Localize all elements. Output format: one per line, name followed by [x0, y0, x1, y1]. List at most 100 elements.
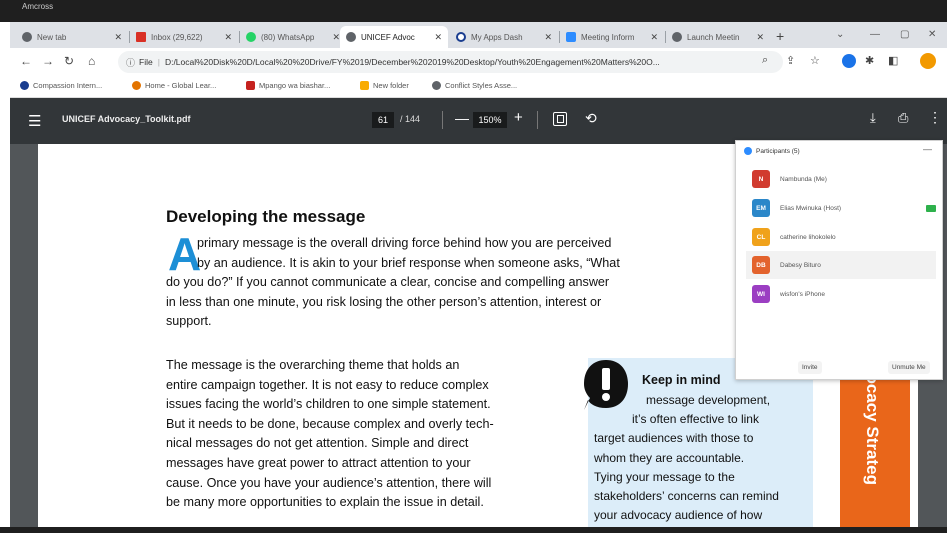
callout-line: your advocacy audience of how [594, 508, 763, 523]
tab-label: My Apps Dash [471, 32, 523, 42]
participant-name: Nambunda (Me) [780, 175, 827, 183]
puzzle-extensions-icon[interactable]: ✱ [865, 54, 874, 67]
mpango-icon [246, 81, 255, 90]
gmail-icon [136, 32, 146, 42]
bookmark-new-folder[interactable]: New folder [360, 81, 409, 90]
participant-row[interactable]: DB Dabesy Bituro [746, 251, 936, 279]
callout-line: target audiences with those to [594, 431, 754, 446]
bookmark-label: Conflict Styles Asse... [445, 81, 518, 90]
maximize-icon[interactable]: ▢ [900, 29, 909, 40]
bookmarks-bar: Compassion Intern... Home - Global Lear.… [10, 76, 947, 98]
share-icon[interactable]: ⇪ [786, 54, 795, 67]
participant-name: Elias Mwinuka (Host) [780, 204, 842, 212]
rotate-icon[interactable]: ⟲ [585, 110, 597, 127]
tab-launch-meeting[interactable]: Launch Meetin ✕ [666, 26, 770, 48]
leaf-icon [132, 81, 141, 90]
participants-panel: Participants (5) — N Nambunda (Me) EM El… [735, 140, 943, 380]
participant-row[interactable]: EM Elias Mwinuka (Host) [746, 194, 936, 222]
bottom-edge [0, 527, 947, 533]
zoom-out-button[interactable]: — [455, 110, 469, 126]
home-icon[interactable]: ⌂ [88, 54, 95, 68]
tab-whatsapp[interactable]: (80) WhatsApp ✕ [240, 26, 346, 48]
callout-line: Tying your message to the [594, 469, 735, 484]
minimize-icon[interactable]: — [870, 29, 880, 40]
video-on-icon [926, 204, 936, 212]
tab-unicef-advocacy[interactable]: UNICEF Advoc ✕ [340, 26, 448, 48]
zoom-icon [744, 147, 752, 155]
tab-new-tab[interactable]: New tab ✕ [16, 26, 128, 48]
bookmark-global-learning[interactable]: Home - Global Lear... [132, 81, 216, 90]
folder-icon [360, 81, 369, 90]
avatar: N [752, 170, 770, 188]
bookmark-conflict-styles[interactable]: Conflict Styles Asse... [432, 81, 517, 90]
close-icon[interactable]: ✕ [332, 32, 340, 43]
invite-button[interactable]: Invite [798, 361, 822, 374]
close-icon[interactable]: ✕ [544, 32, 552, 43]
download-icon[interactable]: ⤓ [870, 110, 876, 126]
reload-icon[interactable]: ↻ [64, 54, 74, 68]
new-tab-button[interactable]: + [776, 28, 784, 44]
bookmark-star-icon[interactable]: ☆ [810, 54, 820, 67]
print-icon[interactable]: ⎙ [898, 110, 908, 126]
callout-text: message development, it’s often effectiv… [594, 391, 809, 525]
conflict-styles-icon [432, 81, 441, 90]
intro-line: support. [166, 314, 212, 329]
avatar: CL [752, 228, 770, 246]
callout-line: stakeholders’ concerns can remind [594, 489, 779, 504]
bookmark-label: Compassion Intern... [33, 81, 103, 90]
unmute-button[interactable]: Unmute Me [888, 361, 930, 374]
more-options-icon[interactable]: ⋮ [928, 109, 942, 126]
participant-row[interactable]: WI wisfon's iPhone [746, 280, 936, 308]
body-line: entire campaign together. It is not easy… [166, 377, 489, 392]
address-field[interactable]: ⓘ File | D:/Local%20Disk%20D/Local%20%20… [118, 51, 783, 73]
tab-gmail[interactable]: Inbox (29,622) ✕ [130, 26, 238, 48]
url-text: D:/Local%20Disk%20D/Local%20%20Drive/FY%… [164, 57, 660, 67]
body-paragraph: The message is the overarching theme tha… [166, 356, 561, 513]
tab-my-apps-dashboard[interactable]: My Apps Dash ✕ [450, 26, 558, 48]
tab-label: Launch Meetin [687, 32, 740, 42]
intro-line: in less than one minute, you risk losing… [166, 294, 602, 309]
bookmark-compassion[interactable]: Compassion Intern... [20, 81, 102, 90]
tab-strip: New tab ✕ Inbox (29,622) ✕ (80) WhatsApp… [10, 22, 947, 48]
back-icon[interactable]: ← [20, 54, 32, 68]
tab-search-icon[interactable]: ⌄ [836, 29, 844, 40]
address-toolbar: ← → ↻ ⌂ ⓘ File | D:/Local%20Disk%20D/Loc… [10, 48, 947, 76]
chrome-icon [672, 32, 682, 42]
zoom-level-input[interactable]: 150% [473, 112, 507, 128]
intro-paragraph: primary message is the overall driving f… [166, 234, 711, 332]
body-line: be many more opportunities to explain th… [166, 495, 484, 510]
close-icon[interactable]: ✕ [756, 32, 764, 43]
zoom-in-button[interactable]: + [514, 109, 523, 126]
body-line: The message is the overarching theme tha… [166, 358, 460, 372]
tab-meeting-information[interactable]: Meeting Inform ✕ [560, 26, 664, 48]
close-icon[interactable]: ✕ [114, 32, 122, 43]
tab-label: Meeting Inform [581, 32, 635, 42]
side-panel-icon[interactable]: ◧ [888, 54, 898, 67]
minimize-icon[interactable]: — [923, 144, 932, 154]
close-icon[interactable]: ✕ [224, 32, 232, 43]
side-band-text: vocacy Strateg [863, 364, 882, 485]
bookmark-mpango[interactable]: Mpango wa biashar... [246, 81, 330, 90]
close-icon[interactable]: ✕ [650, 32, 658, 43]
close-icon[interactable]: ✕ [434, 32, 442, 43]
extension-icon[interactable] [842, 54, 856, 68]
participant-row[interactable]: CL catherine lihokolelo [746, 223, 936, 251]
pdf-menu-icon[interactable]: ☰ [28, 112, 41, 130]
tab-label: (80) WhatsApp [261, 32, 315, 42]
body-line: cause. Once you have your audience’s att… [166, 475, 492, 490]
profile-avatar[interactable] [920, 53, 936, 69]
intro-line: primary message is the overall driving f… [197, 236, 612, 250]
forward-icon[interactable]: → [42, 54, 54, 68]
body-line: issues facing the world’s children to on… [166, 397, 491, 412]
participant-row[interactable]: N Nambunda (Me) [746, 165, 936, 193]
url-scheme: File [139, 57, 153, 67]
close-window-icon[interactable]: ✕ [928, 29, 936, 40]
participants-header: Participants (5) [744, 147, 800, 155]
compassion-icon [20, 81, 29, 90]
bookmark-label: New folder [373, 81, 409, 90]
zoom-icon[interactable]: ⌕ [762, 54, 768, 67]
page-number-input[interactable]: 61 [372, 112, 394, 128]
fit-page-icon[interactable] [553, 112, 567, 126]
intro-line: by an audience. It is akin to your brief… [197, 255, 620, 270]
whatsapp-icon [246, 32, 256, 42]
